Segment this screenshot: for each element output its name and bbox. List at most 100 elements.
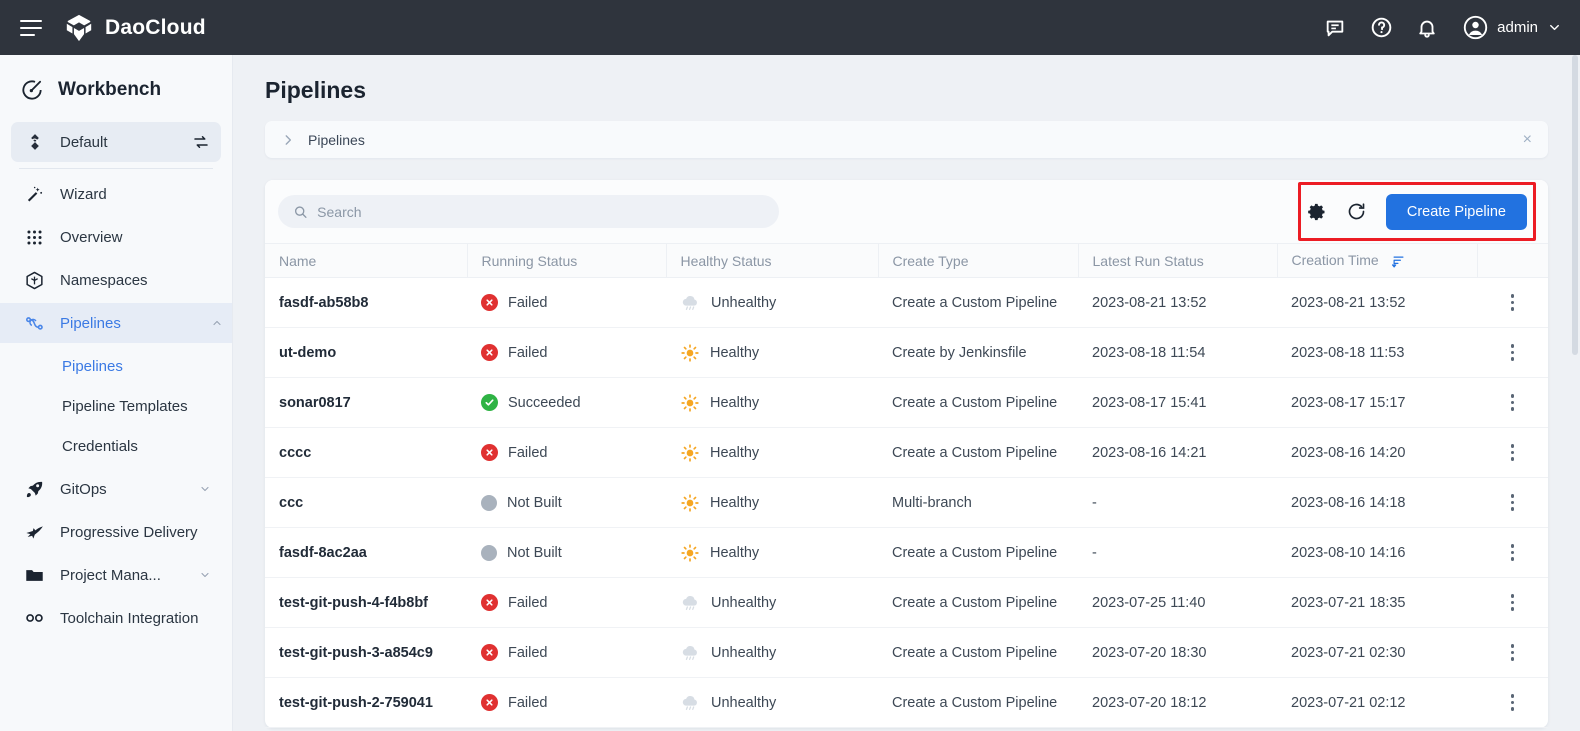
sidebar-subitem-label: Pipeline Templates [62, 397, 188, 415]
column-header-actions [1477, 243, 1548, 278]
help-icon[interactable] [1369, 16, 1393, 40]
sidebar-item-default[interactable]: Default [11, 122, 221, 162]
switch-icon[interactable] [190, 132, 211, 153]
sort-descending-icon[interactable] [1391, 254, 1406, 269]
cell-create-type: Create a Custom Pipeline [878, 277, 1078, 328]
cell-latest-run-status: 2023-08-21 13:52 [1078, 277, 1277, 328]
cell-name[interactable]: ccc [265, 477, 467, 528]
table-toolbar: Create Pipeline [265, 180, 1548, 243]
sidebar-item-overview[interactable]: Overview [11, 217, 221, 257]
breadcrumb-item-pipelines[interactable]: Pipelines [308, 132, 365, 148]
cell-name[interactable]: fasdf-8ac2aa [265, 527, 467, 578]
create-pipeline-button[interactable]: Create Pipeline [1385, 193, 1527, 230]
chevron-down-icon[interactable] [199, 483, 211, 495]
sidebar-item-project-management[interactable]: Project Mana... [11, 555, 221, 595]
table-row[interactable]: test-git-push-4-f4b8bf Failed Unhealthy Cre… [265, 577, 1548, 628]
cell-name[interactable]: test-git-push-2-759041 [265, 677, 467, 728]
column-header-healthy-status[interactable]: Healthy Status [666, 243, 879, 278]
sidebar-item-wizard[interactable]: Wizard [11, 174, 221, 214]
cell-latest-run-status: 2023-08-18 11:54 [1078, 327, 1277, 378]
row-menu-icon[interactable] [1477, 544, 1548, 561]
table-row[interactable]: fasdf-8ac2aa Not Built Healthy Create a Cus… [265, 527, 1548, 578]
sidebar-item-gitops[interactable]: GitOps [11, 469, 221, 509]
sidebar-item-label: Default [60, 133, 108, 151]
table-row[interactable]: test-git-push-3-a854c9 Failed Unhealthy Cre… [265, 627, 1548, 678]
wand-icon [24, 184, 45, 205]
cell-create-type: Create a Custom Pipeline [878, 427, 1078, 478]
row-menu-icon[interactable] [1477, 394, 1548, 411]
cell-running-status: Failed [467, 677, 666, 728]
healthy-status-label: Unhealthy [711, 294, 777, 311]
healthy-status-label: Healthy [710, 394, 760, 411]
sidebar-item-toolchain-integration[interactable]: Toolchain Integration [11, 598, 221, 638]
user-menu[interactable]: admin [1463, 15, 1562, 40]
column-header-creation-time-label: Creation Time [1291, 252, 1379, 269]
column-header-create-type[interactable]: Create Type [878, 243, 1079, 278]
row-menu-icon[interactable] [1477, 694, 1548, 711]
table-row[interactable]: fasdf-ab58b8 Failed Unhealthy Create a Cust… [265, 277, 1548, 328]
cell-healthy-status: Healthy [666, 427, 878, 478]
chevron-down-icon[interactable] [1547, 20, 1562, 35]
sidebar-subitem-credentials[interactable]: Credentials [0, 426, 232, 466]
table-row[interactable]: sonar0817 Succeeded Healthy Create a Custom… [265, 377, 1548, 428]
sidebar-subitem-pipeline-templates[interactable]: Pipeline Templates [0, 386, 232, 426]
bell-icon[interactable] [1415, 16, 1439, 40]
column-header-latest-run-status[interactable]: Latest Run Status [1078, 243, 1278, 278]
cell-name[interactable]: test-git-push-4-f4b8bf [265, 577, 467, 628]
table-row[interactable]: cccc Failed Healthy Create a Custom Pipelin… [265, 427, 1548, 478]
row-menu-icon[interactable] [1477, 344, 1548, 361]
sun-icon [680, 493, 700, 513]
scrollbar-thumb[interactable] [1572, 55, 1578, 355]
sidebar-item-label: Pipelines [60, 314, 121, 332]
cell-actions [1477, 577, 1548, 628]
table-row[interactable]: ut-demo Failed Healthy Create by Jenkinsfil… [265, 327, 1548, 378]
row-menu-icon[interactable] [1477, 294, 1548, 311]
running-status-label: Not Built [507, 494, 562, 511]
running-status-label: Not Built [507, 544, 562, 561]
sun-icon [680, 443, 700, 463]
error-icon [481, 594, 498, 611]
message-icon[interactable] [1323, 16, 1347, 40]
brand[interactable]: DaoCloud [64, 13, 206, 43]
cell-create-type: Multi-branch [878, 477, 1078, 528]
row-menu-icon[interactable] [1477, 594, 1548, 611]
cell-name[interactable]: fasdf-ab58b8 [265, 277, 467, 328]
column-header-name[interactable]: Name [265, 243, 468, 278]
chevron-down-icon[interactable] [199, 569, 211, 581]
cell-running-status: Not Built [467, 477, 666, 528]
cell-name[interactable]: ut-demo [265, 327, 467, 378]
table-row[interactable]: ccc Not Built Healthy Multi-branch -2023-08-… [265, 477, 1548, 528]
sun-icon [680, 543, 700, 563]
refresh-icon[interactable] [1346, 201, 1368, 223]
sidebar-item-pipelines[interactable]: Pipelines [0, 303, 232, 343]
cell-name[interactable]: cccc [265, 427, 467, 478]
chevron-right-icon[interactable] [281, 133, 295, 147]
column-header-creation-time[interactable]: Creation Time [1277, 243, 1478, 278]
error-icon [481, 444, 498, 461]
table-row[interactable]: test-git-push-2-759041 Failed Unhealthy Cre… [265, 677, 1548, 728]
error-icon [481, 344, 498, 361]
row-menu-icon[interactable] [1477, 444, 1548, 461]
cell-running-status: Succeeded [467, 377, 666, 428]
user-name: admin [1497, 19, 1538, 36]
close-icon[interactable]: × [1523, 131, 1532, 149]
cell-running-status: Failed [467, 327, 666, 378]
search-box[interactable] [278, 195, 779, 228]
sidebar-item-label: Project Mana... [60, 566, 161, 584]
sidebar-item-progressive-delivery[interactable]: Progressive Delivery [11, 512, 221, 552]
search-input[interactable] [317, 203, 764, 220]
brand-name: DaoCloud [105, 15, 206, 39]
sidebar-item-namespaces[interactable]: Namespaces [11, 260, 221, 300]
sidebar-subitem-pipelines[interactable]: Pipelines [0, 346, 232, 386]
chevron-up-icon[interactable] [211, 317, 223, 329]
cell-name[interactable]: test-git-push-3-a854c9 [265, 627, 467, 678]
hamburger-icon[interactable] [20, 19, 42, 36]
row-menu-icon[interactable] [1477, 494, 1548, 511]
vertical-scrollbar[interactable] [1570, 55, 1580, 731]
cell-name[interactable]: sonar0817 [265, 377, 467, 428]
cell-creation-time: 2023-08-10 14:16 [1277, 527, 1477, 578]
running-status-label: Failed [508, 444, 548, 461]
row-menu-icon[interactable] [1477, 644, 1548, 661]
gear-icon[interactable] [1306, 201, 1328, 223]
column-header-running-status[interactable]: Running Status [467, 243, 667, 278]
